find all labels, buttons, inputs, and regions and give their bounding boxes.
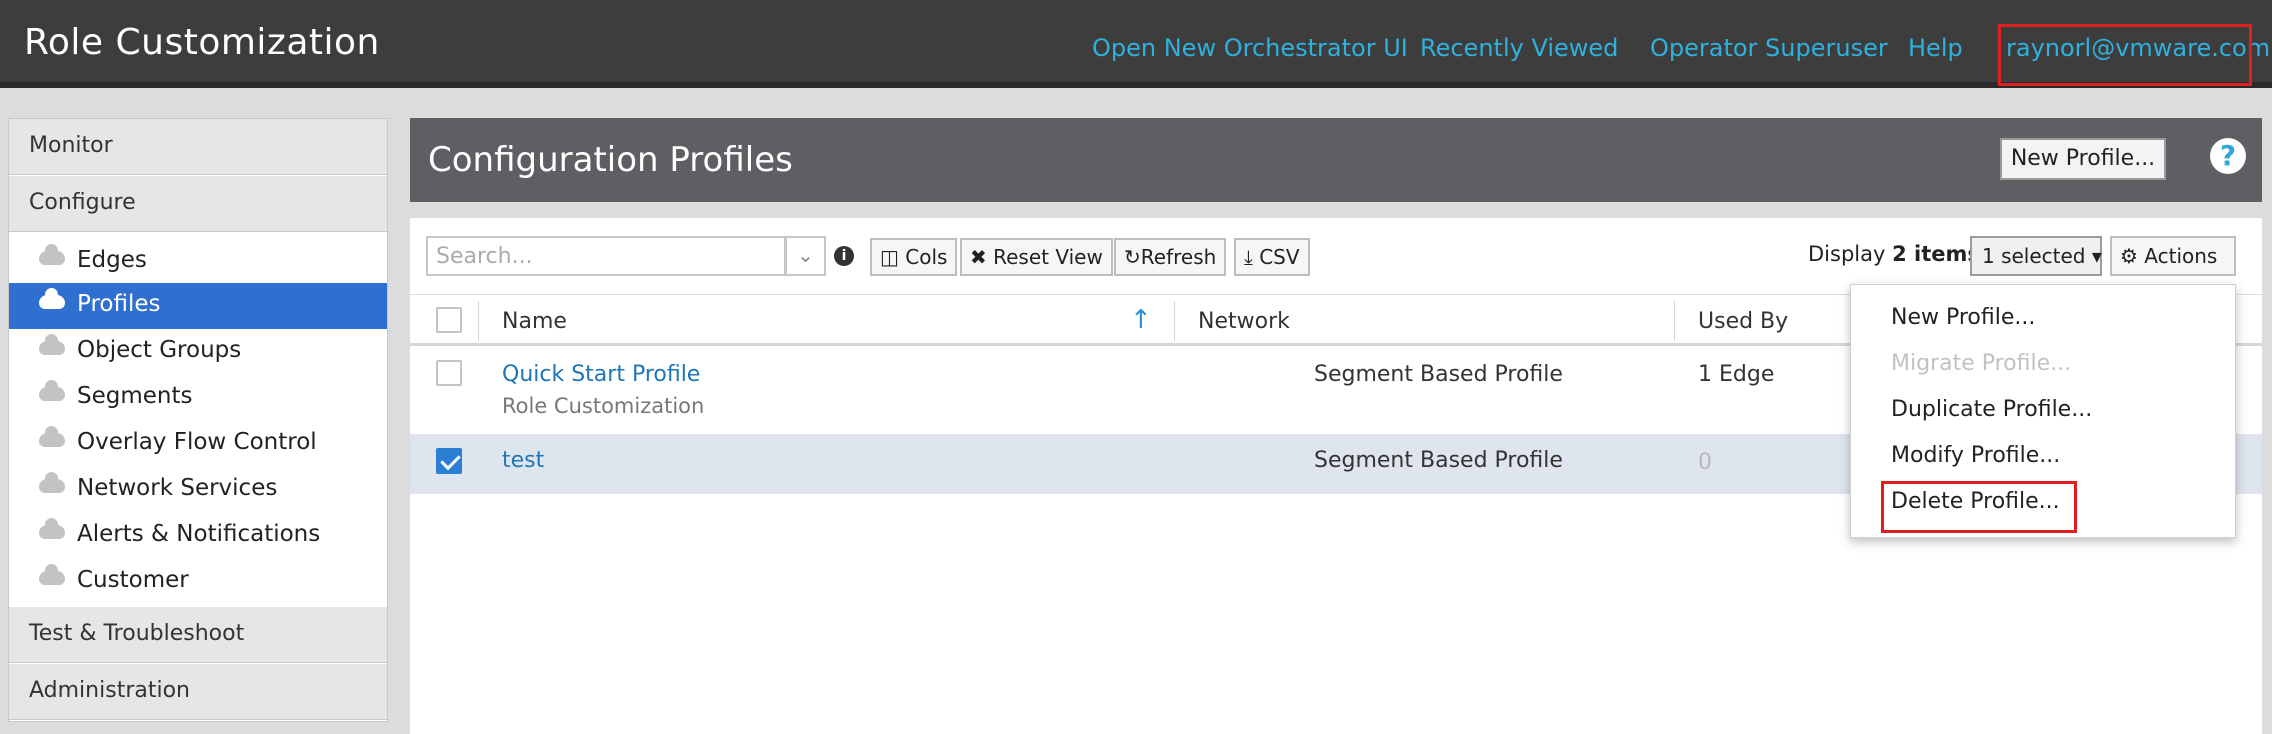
- display-count: 2 items: [1892, 242, 1980, 266]
- cloud-icon: [39, 380, 65, 401]
- sidebar-item-label: Network Services: [77, 475, 278, 501]
- cloud-icon: [39, 518, 65, 539]
- sidebar-section-administration[interactable]: Administration: [9, 664, 387, 720]
- sidebar-item-overlay-flow-control[interactable]: Overlay Flow Control: [9, 421, 387, 467]
- cloud-icon: [39, 426, 65, 447]
- sidebar-item-label: Segments: [77, 383, 193, 409]
- column-header-name[interactable]: Name: [502, 309, 567, 334]
- display-prefix: Display: [1808, 242, 1886, 266]
- actions-button[interactable]: ⚙ Actions: [2110, 236, 2236, 276]
- column-divider: [1174, 301, 1175, 341]
- search-input[interactable]: Search...: [426, 236, 786, 276]
- menu-item-new-profile[interactable]: New Profile...: [1891, 305, 2035, 330]
- sidebar-item-alerts-notifications[interactable]: Alerts & Notifications: [9, 513, 387, 559]
- selection-dropdown[interactable]: 1 selected ▾: [1970, 236, 2102, 276]
- sidebar-section-monitor[interactable]: Monitor: [9, 119, 387, 175]
- selected-label: 1 selected: [1982, 244, 2086, 268]
- sidebar-item-label: Alerts & Notifications: [77, 521, 321, 547]
- top-bar: Role Customization Open New Orchestrator…: [0, 0, 2272, 88]
- cloud-icon: [39, 244, 65, 265]
- operator-superuser-link[interactable]: Operator Superuser: [1650, 34, 1888, 62]
- sidebar-item-edges[interactable]: Edges: [9, 239, 387, 285]
- profile-name-link[interactable]: Quick Start Profile: [502, 362, 700, 387]
- main-header: Configuration Profiles New Profile... ?: [410, 118, 2262, 202]
- new-profile-button[interactable]: New Profile...: [2000, 138, 2166, 180]
- cloud-icon: [39, 472, 65, 493]
- delete-highlight-box: [1881, 481, 2077, 533]
- cloud-icon: [39, 288, 65, 309]
- sidebar-section-test-troubleshoot[interactable]: Test & Troubleshoot: [9, 607, 387, 663]
- sidebar-item-object-groups[interactable]: Object Groups: [9, 329, 387, 375]
- chevron-down-icon[interactable]: ⌄: [786, 236, 826, 276]
- menu-item-modify-profile[interactable]: Modify Profile...: [1891, 443, 2060, 468]
- user-highlight-box: [1998, 24, 2252, 86]
- profile-network: Segment Based Profile: [1314, 362, 1563, 387]
- info-icon[interactable]: i: [834, 246, 854, 266]
- refresh-button[interactable]: ↻Refresh: [1114, 238, 1227, 276]
- sidebar-item-label: Overlay Flow Control: [77, 429, 317, 455]
- app-title: Role Customization: [24, 22, 380, 63]
- csv-button[interactable]: ⤓ CSV: [1234, 238, 1310, 276]
- sidebar-item-label: Object Groups: [77, 337, 242, 363]
- row-checkbox[interactable]: [436, 448, 462, 474]
- row-checkbox[interactable]: [436, 360, 462, 386]
- caret-down-icon: ▾: [2085, 244, 2102, 268]
- sidebar-item-label: Edges: [77, 247, 147, 273]
- profile-subtitle: Role Customization: [502, 394, 705, 418]
- sidebar-item-profiles[interactable]: Profiles: [9, 283, 387, 329]
- profile-used-by: 1 Edge: [1698, 362, 1775, 387]
- cloud-icon: [39, 564, 65, 585]
- actions-label: Actions: [2144, 244, 2218, 268]
- menu-item-duplicate-profile[interactable]: Duplicate Profile...: [1891, 397, 2092, 422]
- sidebar-item-segments[interactable]: Segments: [9, 375, 387, 421]
- close-icon: ✖: [970, 245, 987, 269]
- sidebar-item-customer[interactable]: Customer: [9, 559, 387, 605]
- cols-button[interactable]: ◫ Cols: [870, 238, 958, 276]
- sidebar-section-configure[interactable]: Configure: [9, 176, 387, 232]
- download-icon: ⤓: [1244, 245, 1253, 269]
- reset-view-button[interactable]: ✖ Reset View: [960, 238, 1113, 276]
- sidebar-item-network-services[interactable]: Network Services: [9, 467, 387, 513]
- open-new-orchestrator-link[interactable]: Open New Orchestrator UI: [1092, 34, 1408, 62]
- page-title: Configuration Profiles: [428, 140, 793, 180]
- sidebar: Monitor Configure Edges Profiles Object …: [8, 118, 388, 722]
- recently-viewed-link[interactable]: Recently Viewed: [1420, 34, 1618, 62]
- profile-name-link[interactable]: test: [502, 448, 544, 473]
- select-all-checkbox[interactable]: [436, 307, 462, 333]
- column-header-used-by[interactable]: Used By: [1698, 309, 1788, 334]
- gear-icon: ⚙: [2120, 244, 2138, 268]
- column-divider: [478, 301, 479, 341]
- display-count-label: Display 2 items: [1808, 242, 1980, 266]
- refresh-label: Refresh: [1140, 245, 1217, 269]
- sidebar-item-label: Profiles: [77, 291, 161, 317]
- menu-item-migrate-profile: Migrate Profile...: [1891, 351, 2072, 376]
- help-icon[interactable]: ?: [2210, 138, 2246, 174]
- sidebar-item-label: Customer: [77, 567, 189, 593]
- sort-ascending-icon[interactable]: ↑: [1130, 305, 1152, 335]
- column-divider: [1674, 301, 1675, 341]
- column-header-network[interactable]: Network: [1198, 309, 1290, 334]
- refresh-icon: ↻: [1124, 245, 1141, 269]
- cols-label: Cols: [905, 245, 948, 269]
- csv-label: CSV: [1259, 245, 1300, 269]
- reset-view-label: Reset View: [993, 245, 1103, 269]
- actions-dropdown-menu: New Profile... Migrate Profile... Duplic…: [1850, 284, 2236, 538]
- profile-used-by: 0: [1698, 450, 1712, 475]
- columns-icon: ◫: [880, 245, 899, 269]
- help-link[interactable]: Help: [1908, 34, 1963, 62]
- cloud-icon: [39, 334, 65, 355]
- profile-network: Segment Based Profile: [1314, 448, 1563, 473]
